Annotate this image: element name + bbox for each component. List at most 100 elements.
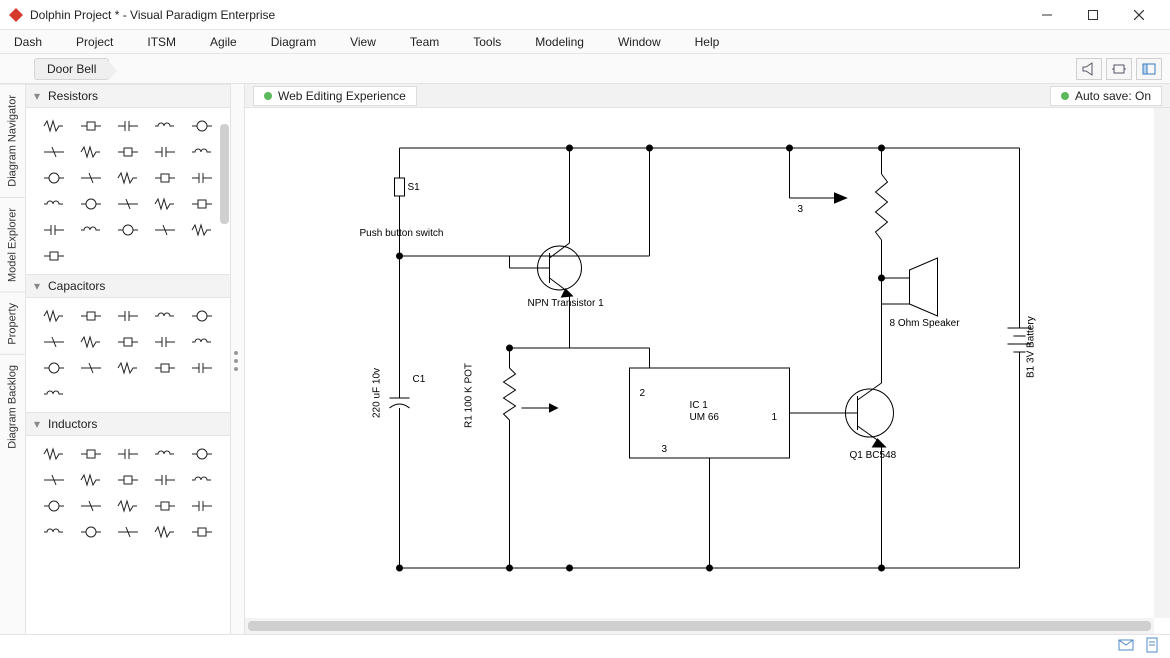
note-icon[interactable] bbox=[1144, 637, 1160, 656]
palette-group-inductors[interactable]: ▾Inductors bbox=[26, 412, 230, 436]
palette-item-capacitor[interactable] bbox=[110, 304, 145, 328]
splitter[interactable] bbox=[231, 84, 245, 634]
palette-item-resistor[interactable] bbox=[110, 114, 145, 138]
palette-item-capacitor[interactable] bbox=[110, 330, 145, 354]
palette-group-resistors[interactable]: ▾Resistors bbox=[26, 84, 230, 108]
palette-item-resistor[interactable] bbox=[73, 114, 108, 138]
rail-diagram-navigator[interactable]: Diagram Navigator bbox=[0, 84, 25, 197]
palette-item-inductor[interactable] bbox=[36, 520, 71, 544]
palette-item-resistor[interactable] bbox=[36, 218, 71, 242]
palette-item-inductor[interactable] bbox=[110, 520, 145, 544]
palette-item-resistor[interactable] bbox=[110, 166, 145, 190]
menu-agile[interactable]: Agile bbox=[210, 35, 237, 49]
menu-tools[interactable]: Tools bbox=[473, 35, 501, 49]
palette-item-resistor[interactable] bbox=[36, 166, 71, 190]
palette-item-capacitor[interactable] bbox=[110, 356, 145, 380]
palette-item-inductor[interactable] bbox=[36, 494, 71, 518]
palette-item-resistor[interactable] bbox=[73, 140, 108, 164]
pane-switch-button[interactable] bbox=[1136, 58, 1162, 80]
palette-group-capacitors[interactable]: ▾Capacitors bbox=[26, 274, 230, 298]
palette-scrollbar[interactable] bbox=[220, 124, 229, 224]
menu-dash[interactable]: Dash bbox=[14, 35, 42, 49]
palette-item-resistor[interactable] bbox=[36, 114, 71, 138]
label-ic-pin2: 2 bbox=[640, 388, 646, 399]
palette-item-capacitor[interactable] bbox=[185, 330, 220, 354]
menu-modeling[interactable]: Modeling bbox=[535, 35, 584, 49]
palette-item-resistor[interactable] bbox=[36, 140, 71, 164]
menu-window[interactable]: Window bbox=[618, 35, 661, 49]
palette-item-resistor[interactable] bbox=[73, 192, 108, 216]
palette-item-capacitor[interactable] bbox=[148, 304, 183, 328]
menu-project[interactable]: Project bbox=[76, 35, 113, 49]
rail-property[interactable]: Property bbox=[0, 292, 25, 355]
rail-diagram-backlog[interactable]: Diagram Backlog bbox=[0, 354, 25, 459]
palette-item-resistor[interactable] bbox=[185, 192, 220, 216]
palette-item-resistor[interactable] bbox=[185, 166, 220, 190]
mail-icon[interactable] bbox=[1118, 637, 1134, 656]
palette-item-capacitor[interactable] bbox=[73, 304, 108, 328]
palette-item-inductor[interactable] bbox=[73, 468, 108, 492]
palette-item-resistor[interactable] bbox=[148, 192, 183, 216]
minimize-button[interactable] bbox=[1024, 0, 1070, 30]
palette-item-inductor[interactable] bbox=[185, 520, 220, 544]
palette-item-inductor[interactable] bbox=[185, 442, 220, 466]
palette-item-capacitor[interactable] bbox=[73, 330, 108, 354]
palette-item-inductor[interactable] bbox=[73, 442, 108, 466]
palette-item-inductor[interactable] bbox=[148, 468, 183, 492]
canvas-scrollbar-horizontal[interactable] bbox=[245, 618, 1154, 634]
palette-item-capacitor[interactable] bbox=[185, 304, 220, 328]
palette-item-resistor[interactable] bbox=[185, 114, 220, 138]
status-left-pill[interactable]: Web Editing Experience bbox=[253, 86, 417, 106]
palette-item-resistor[interactable] bbox=[148, 140, 183, 164]
palette-item-inductor[interactable] bbox=[148, 494, 183, 518]
menu-view[interactable]: View bbox=[350, 35, 376, 49]
status-right-pill[interactable]: Auto save: On bbox=[1050, 86, 1162, 106]
palette-item-resistor[interactable] bbox=[110, 218, 145, 242]
menu-diagram[interactable]: Diagram bbox=[271, 35, 316, 49]
palette-item-capacitor[interactable] bbox=[36, 382, 71, 406]
palette-item-resistor[interactable] bbox=[110, 140, 145, 164]
announcement-button[interactable] bbox=[1076, 58, 1102, 80]
menu-team[interactable]: Team bbox=[410, 35, 439, 49]
palette-item-capacitor[interactable] bbox=[148, 330, 183, 354]
tab-doorbell[interactable]: Door Bell bbox=[34, 58, 109, 80]
diagram-canvas[interactable]: S1 Push button switch NPN Transistor 1 C… bbox=[245, 108, 1154, 618]
palette-item-capacitor[interactable] bbox=[36, 330, 71, 354]
maximize-button[interactable] bbox=[1070, 0, 1116, 30]
label-pushbutton: Push button switch bbox=[360, 228, 444, 239]
palette-item-inductor[interactable] bbox=[148, 442, 183, 466]
palette-item-resistor[interactable] bbox=[185, 218, 220, 242]
palette-item-resistor[interactable] bbox=[73, 218, 108, 242]
palette-item-capacitor[interactable] bbox=[185, 356, 220, 380]
palette-item-capacitor[interactable] bbox=[36, 356, 71, 380]
fit-width-button[interactable] bbox=[1106, 58, 1132, 80]
label-c1: C1 bbox=[413, 374, 426, 385]
palette-item-inductor[interactable] bbox=[36, 468, 71, 492]
palette-item-inductor[interactable] bbox=[110, 468, 145, 492]
palette-item-inductor[interactable] bbox=[73, 494, 108, 518]
palette-item-inductor[interactable] bbox=[148, 520, 183, 544]
palette-item-capacitor[interactable] bbox=[73, 356, 108, 380]
rail-model-explorer[interactable]: Model Explorer bbox=[0, 197, 25, 292]
palette-item-resistor[interactable] bbox=[110, 192, 145, 216]
palette-item-inductor[interactable] bbox=[73, 520, 108, 544]
palette-item-resistor[interactable] bbox=[148, 166, 183, 190]
palette-item-resistor[interactable] bbox=[148, 218, 183, 242]
menu-help[interactable]: Help bbox=[695, 35, 720, 49]
palette-item-inductor[interactable] bbox=[110, 494, 145, 518]
menu-itsm[interactable]: ITSM bbox=[147, 35, 176, 49]
palette-item-resistor[interactable] bbox=[36, 192, 71, 216]
palette-item-resistor[interactable] bbox=[36, 244, 71, 268]
palette-item-inductor[interactable] bbox=[110, 442, 145, 466]
palette-item-inductor[interactable] bbox=[185, 494, 220, 518]
palette-item-capacitor[interactable] bbox=[148, 356, 183, 380]
palette-item-resistor[interactable] bbox=[148, 114, 183, 138]
palette-item-inductor[interactable] bbox=[36, 442, 71, 466]
palette-item-capacitor[interactable] bbox=[36, 304, 71, 328]
palette-item-resistor[interactable] bbox=[185, 140, 220, 164]
canvas-scrollbar-vertical[interactable] bbox=[1154, 108, 1170, 618]
palette-item-inductor[interactable] bbox=[185, 468, 220, 492]
palette-item-resistor[interactable] bbox=[73, 166, 108, 190]
close-button[interactable] bbox=[1116, 0, 1162, 30]
chevron-down-icon: ▾ bbox=[34, 279, 44, 293]
